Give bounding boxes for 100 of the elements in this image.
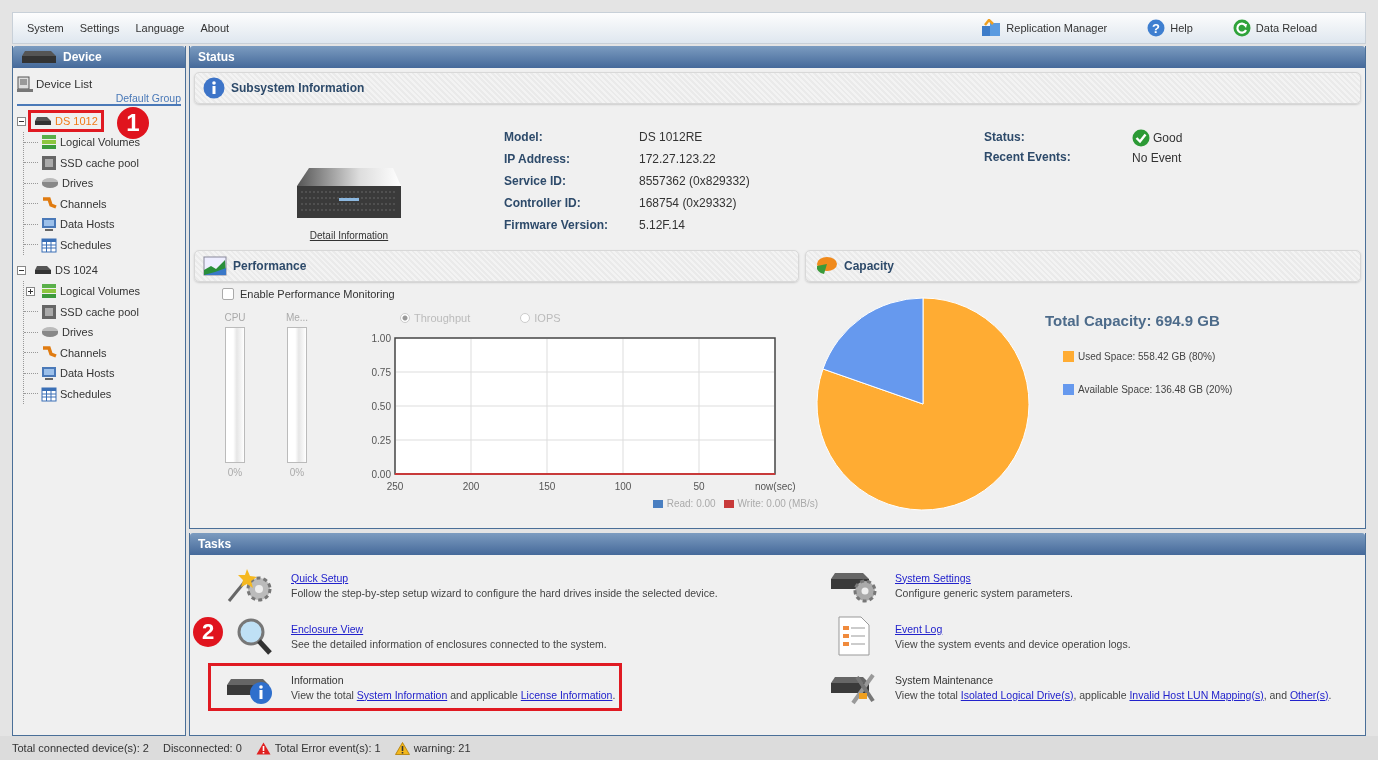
chip-icon [41, 303, 57, 320]
panel-title: Tasks [198, 537, 232, 551]
section-title: Performance [233, 259, 307, 273]
warning-icon [394, 741, 410, 755]
inline-link[interactable]: System Information [356, 688, 448, 701]
server-icon [21, 50, 57, 64]
legend-label: Write: 0.00 (MB/s) [737, 498, 818, 509]
menu-item[interactable]: Settings [79, 22, 120, 34]
status-text: Total Error event(s): 1 [274, 742, 381, 754]
inline-link[interactable]: Invalid Host LUN Mapping(s) [1129, 688, 1264, 701]
info-icon [203, 77, 225, 99]
axis-tick-label: 0.25 [371, 435, 391, 446]
tree-item[interactable]: Schedules [60, 387, 112, 400]
server-icon [34, 116, 52, 126]
field-label: IP Address: [504, 152, 572, 167]
total-capacity: Total Capacity: 694.9 GB [1045, 312, 1221, 329]
task-title: System Maintenance [895, 673, 995, 686]
boxes-icon [981, 19, 1002, 37]
status-text: Total connected device(s): 2 [12, 742, 149, 754]
menu-item[interactable]: System [27, 22, 64, 34]
axis-tick-label: 1.00 [371, 333, 391, 344]
disk-icon [41, 177, 59, 190]
task-link[interactable]: Event Log [895, 622, 943, 635]
task-description: Configure generic system parameters. [895, 586, 1073, 599]
axis-tick-label: 150 [538, 481, 556, 492]
meter-reading: 0% [227, 467, 243, 478]
menu-item[interactable]: About [200, 22, 230, 34]
meter-label: Me... [285, 312, 309, 323]
group-tab[interactable]: Default Group [115, 92, 181, 104]
tree-item[interactable]: Data Hosts [60, 367, 115, 380]
disk-icon [41, 326, 59, 339]
callout-badge: 2 [193, 617, 223, 647]
server-icon [34, 265, 52, 275]
field-value: No Event [1132, 150, 1182, 165]
collapse-toggle[interactable] [17, 265, 26, 275]
axis-tick-label: 200 [462, 481, 480, 492]
tree-item[interactable]: SSD cache pool [60, 305, 139, 318]
toolbar-button[interactable]: ? Help [1147, 19, 1193, 37]
tree-item[interactable]: Data Hosts [60, 218, 115, 231]
volume-stack-icon [41, 134, 57, 151]
computer-icon [17, 76, 33, 92]
field-value: DS 1012RE [639, 130, 704, 145]
legend-label: Read: 0.00 [666, 498, 716, 509]
legend-label: Available Space: 136.48 GB (20%) [1078, 384, 1233, 395]
toolbar-button[interactable]: Replication Manager [981, 19, 1108, 37]
meter-reading: 0% [289, 467, 305, 478]
field-label: Model: [504, 130, 544, 145]
task-description: See the detailed information of enclosures connected to the system. [291, 637, 607, 650]
tree-item[interactable]: Drives [62, 177, 94, 190]
pie-chart-icon [814, 256, 838, 276]
status-text: warning: 21 [413, 742, 471, 754]
legend-label: Used Space: 558.42 GB (80%) [1078, 351, 1216, 362]
chip-icon [41, 154, 57, 171]
expand-toggle[interactable] [26, 286, 35, 296]
field-label: Service ID: [504, 174, 568, 189]
axis-tick-label: now(sec) [755, 481, 796, 492]
tree-item[interactable]: Channels [60, 197, 107, 210]
section-title: Subsystem Information [231, 81, 365, 95]
calendar-icon [41, 236, 57, 253]
detail-information-link[interactable]: Detail Information [309, 230, 389, 241]
axis-tick-label: 0.00 [371, 469, 391, 480]
status-text: Disconnected: 0 [162, 742, 242, 754]
task-description: View the total Isolated Logical Drive(s), applicable Invalid Host LUN Mapping(s), and Other(s). [895, 688, 1332, 701]
field-label: Controller ID: [504, 196, 582, 211]
tree-item[interactable]: Logical Volumes [60, 136, 141, 149]
task-description: View the system events and device operation logs. [895, 637, 1131, 650]
tree-item[interactable]: DS 1024 [55, 264, 98, 276]
field-value: Good [1153, 130, 1183, 145]
monitor-icon [41, 365, 57, 382]
tree-item[interactable]: Drives [62, 326, 94, 339]
tree-item[interactable]: Schedules [60, 238, 112, 251]
refresh-icon [1232, 19, 1251, 37]
checkbox-label: Enable Performance Monitoring [240, 288, 395, 300]
panel-title: Status [198, 50, 235, 64]
tree-item[interactable]: Channels [60, 346, 107, 359]
monitor-icon [41, 216, 57, 233]
menu-item[interactable]: Language [135, 22, 185, 34]
toolbar-button[interactable]: Data Reload [1232, 19, 1317, 37]
field-value: 8557362 (0x829332) [639, 174, 751, 189]
field-value: 172.27.123.22 [639, 152, 717, 167]
field-label: Firmware Version: [504, 218, 610, 233]
field-value: 5.12F.14 [639, 218, 687, 233]
task-link[interactable]: Quick Setup [291, 571, 349, 584]
callout-badge: 1 [117, 107, 149, 139]
axis-tick-label: 0.50 [371, 401, 391, 412]
field-value: 168754 (0x29332) [639, 196, 738, 211]
device-list-label: Device List [36, 78, 93, 90]
tree-item[interactable]: Logical Volumes [60, 285, 141, 298]
error-icon [255, 741, 271, 755]
axis-tick-label: 250 [386, 481, 404, 492]
collapse-toggle[interactable] [17, 116, 26, 126]
check-icon [1132, 128, 1150, 147]
task-link[interactable]: System Settings [895, 571, 971, 584]
tree-item[interactable]: SSD cache pool [60, 156, 139, 169]
field-label: Status: [984, 130, 1026, 145]
line-chart-icon [203, 256, 227, 276]
task-link[interactable]: Enclosure View [291, 622, 364, 635]
checkbox[interactable] [222, 288, 234, 300]
task-description: View the total System Information and applicable License Information. [291, 688, 616, 701]
calendar-icon [41, 385, 57, 402]
